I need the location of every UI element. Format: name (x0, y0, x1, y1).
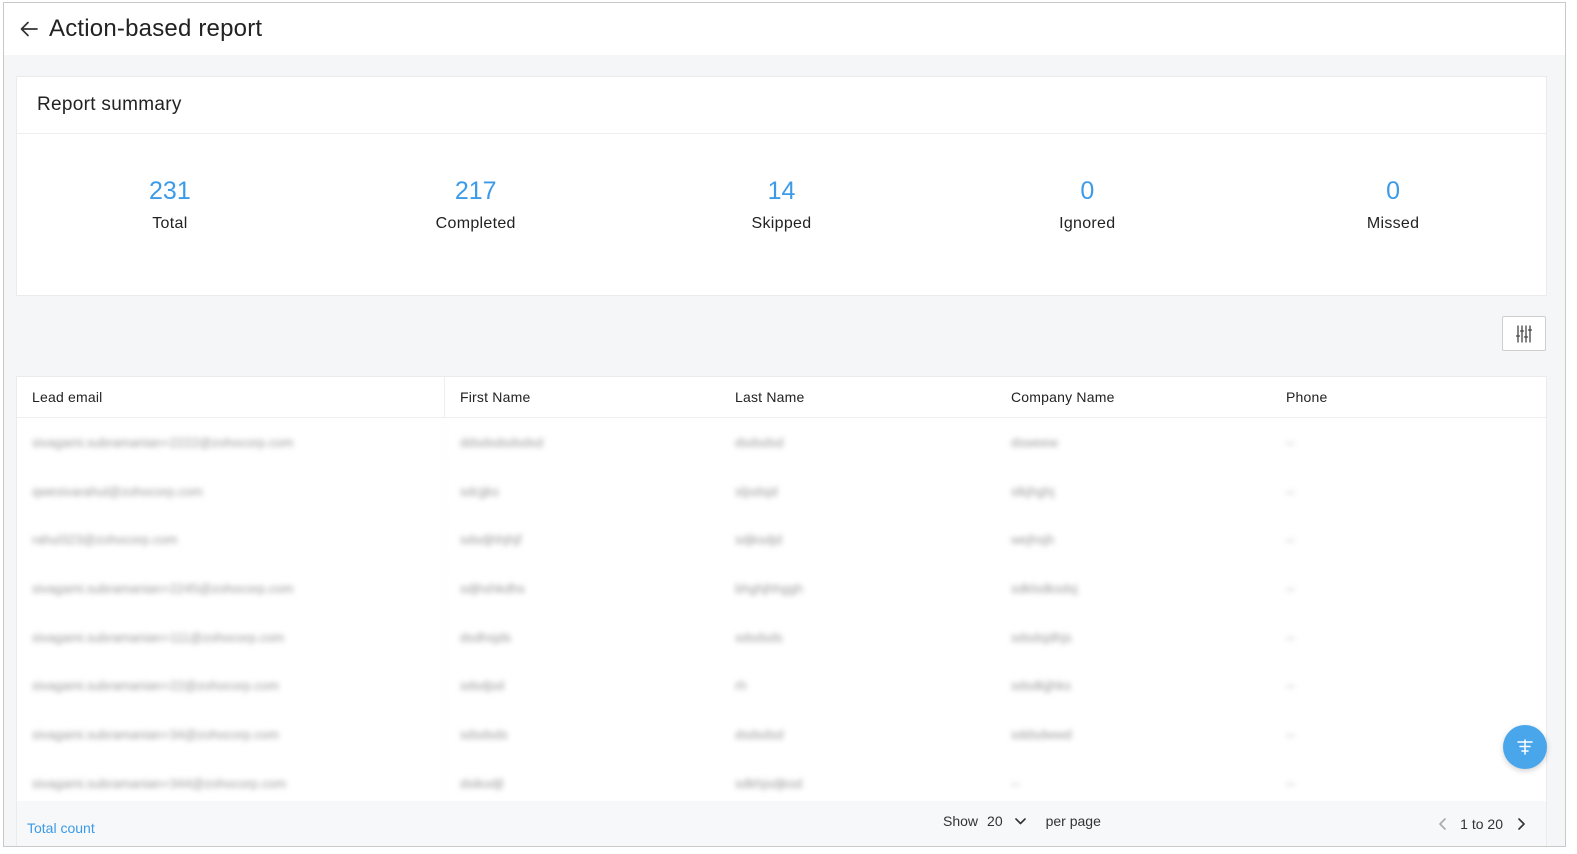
page-size-select[interactable]: 20 (987, 813, 1026, 829)
cell-phone: -- (1286, 678, 1295, 694)
cell-company-name: -- (1011, 775, 1020, 791)
cell-company-name: dsweew (1011, 434, 1058, 450)
table-header: Lead email First Name Last Name Company … (17, 377, 1546, 418)
table-row[interactable]: qwesivarahul@zohocorp.com sdcjjks sljsds… (17, 466, 1546, 516)
table-row[interactable]: sivagami.subramanian+22@zohocorp.com sds… (17, 661, 1546, 711)
cell-lead-email: rahul323@zohocorp.com (17, 515, 445, 565)
cell-lead-email: sivagami.subramanian+34@zohocorp.com (17, 710, 445, 759)
cell-first-name: sdsdjhhjhjf (460, 532, 522, 548)
cell-first-name: dsikodjl (460, 775, 504, 791)
pagination: 1 to 20 (1431, 811, 1532, 837)
top-bar: Action-based report (4, 3, 1565, 55)
cell-last-name: dsdsdsd (735, 434, 784, 450)
report-summary-card: Report summary 231 Total 217 Completed 1… (16, 76, 1547, 296)
stat-ignored: 0 Ignored (934, 175, 1240, 233)
report-summary-title: Report summary (37, 94, 182, 115)
table-row[interactable]: sivagami.subramanian+111@zohocorp.com ds… (17, 612, 1546, 662)
filter-fab-button[interactable] (1503, 725, 1547, 769)
cell-lead-email: sivagami.subramanian+22@zohocorp.com (17, 661, 445, 711)
cell-company-name: slkjhghj (1011, 483, 1055, 499)
table-row[interactable]: rahul323@zohocorp.com sdsdjhhjhjf sdjksd… (17, 515, 1546, 565)
per-page-label: per page (1045, 813, 1101, 829)
filter-list-icon (1517, 739, 1533, 755)
stat-skipped-label: Skipped (751, 215, 812, 232)
page-size-control: Show 20 per page (943, 813, 1101, 829)
column-header-lead-email[interactable]: Lead email (17, 377, 445, 417)
stat-skipped: 14 Skipped (629, 175, 935, 233)
cell-first-name: dsdhsjds (460, 629, 512, 645)
cell-lead-email: qwesivarahul@zohocorp.com (17, 466, 445, 516)
stat-ignored-label: Ignored (1059, 215, 1116, 232)
cell-last-name: dsdsdsd (735, 726, 784, 742)
cell-company-name: wejhsjh (1011, 532, 1055, 548)
report-window: Action-based report Report summary 231 T… (3, 2, 1566, 847)
stat-missed: 0 Missed (1240, 175, 1546, 233)
chevron-left-icon (1438, 818, 1446, 830)
table-footer: Total count Show 20 per page 1 to 20 (17, 801, 1546, 846)
cell-first-name: sdsdsds (460, 726, 508, 742)
cell-first-name: sdcjjks (460, 483, 500, 499)
stat-missed-value[interactable]: 0 (1240, 175, 1546, 207)
table-row[interactable]: sivagami.subramanian+2245@zohocorp.com s… (17, 564, 1546, 613)
cell-phone: -- (1286, 483, 1295, 499)
cell-last-name: sdsdsds (735, 629, 783, 645)
report-summary-header: Report summary (17, 77, 1546, 134)
cell-lead-email: sivagami.subramanian+111@zohocorp.com (17, 612, 445, 662)
leads-table: Lead email First Name Last Name Company … (16, 376, 1547, 846)
cell-company-name: sdsdsjdhjs (1011, 629, 1072, 645)
table-row[interactable]: sivagami.subramanian+34@zohocorp.com sds… (17, 710, 1546, 759)
cell-lead-email: sivagami.subramanian+2245@zohocorp.com (17, 564, 445, 613)
page-size-value: 20 (987, 813, 1003, 829)
cell-phone: -- (1286, 775, 1295, 791)
stat-ignored-value[interactable]: 0 (934, 175, 1240, 207)
cell-first-name: sdsdjsd (460, 678, 505, 694)
cell-phone: -- (1286, 580, 1295, 596)
cell-company-name: sddsdwwd (1011, 726, 1072, 742)
column-header-phone[interactable]: Phone (1271, 377, 1546, 417)
column-settings-button[interactable] (1502, 316, 1546, 351)
column-header-last-name[interactable]: Last Name (720, 377, 996, 417)
page-range: 1 to 20 (1460, 816, 1503, 832)
chevron-down-icon (1014, 817, 1026, 824)
cell-last-name: rh (735, 678, 747, 694)
next-page-button[interactable] (1510, 811, 1532, 837)
stat-missed-label: Missed (1366, 215, 1420, 232)
cell-phone: -- (1286, 434, 1295, 450)
show-label: Show (943, 813, 979, 829)
table-row[interactable]: sivagami.subramanian+2222@zohocorp.com d… (17, 418, 1546, 467)
cell-last-name: bhghjhhggh (735, 580, 803, 596)
stat-completed-label: Completed (435, 215, 516, 232)
cell-company-name: sdsdkjjhks (1011, 678, 1071, 694)
stat-total-value[interactable]: 231 (17, 175, 323, 207)
arrow-left-icon (20, 21, 38, 37)
total-count-link[interactable]: Total count (27, 820, 95, 836)
cell-last-name: sdjksdjd (735, 532, 782, 548)
cell-lead-email: sivagami.subramanian+2222@zohocorp.com (17, 418, 445, 467)
stat-total-label: Total (152, 215, 188, 232)
cell-last-name: sljsdsjd (735, 483, 778, 499)
stat-total: 231 Total (17, 175, 323, 233)
stat-completed-value[interactable]: 217 (323, 175, 629, 207)
cell-company-name: sdklsdksdsj (1011, 580, 1078, 596)
cell-first-name: ddsdsdsdsdsd (460, 434, 544, 450)
chevron-right-icon (1517, 818, 1525, 830)
column-header-first-name[interactable]: First Name (445, 377, 720, 417)
cell-last-name: sdkhjsdjksd (735, 775, 803, 791)
previous-page-button[interactable] (1431, 811, 1453, 837)
column-header-company-name[interactable]: Company Name (996, 377, 1271, 417)
cell-phone: -- (1286, 532, 1295, 548)
summary-stats: 231 Total 217 Completed 14 Skipped 0 Ign… (17, 134, 1546, 233)
stat-skipped-value[interactable]: 14 (629, 175, 935, 207)
cell-first-name: sdjhshkdhs (460, 580, 526, 596)
cell-phone: -- (1286, 629, 1295, 645)
sliders-icon (1516, 324, 1532, 343)
back-button[interactable] (15, 15, 43, 43)
stat-completed: 217 Completed (323, 175, 629, 233)
page-title: Action-based report (49, 15, 263, 42)
